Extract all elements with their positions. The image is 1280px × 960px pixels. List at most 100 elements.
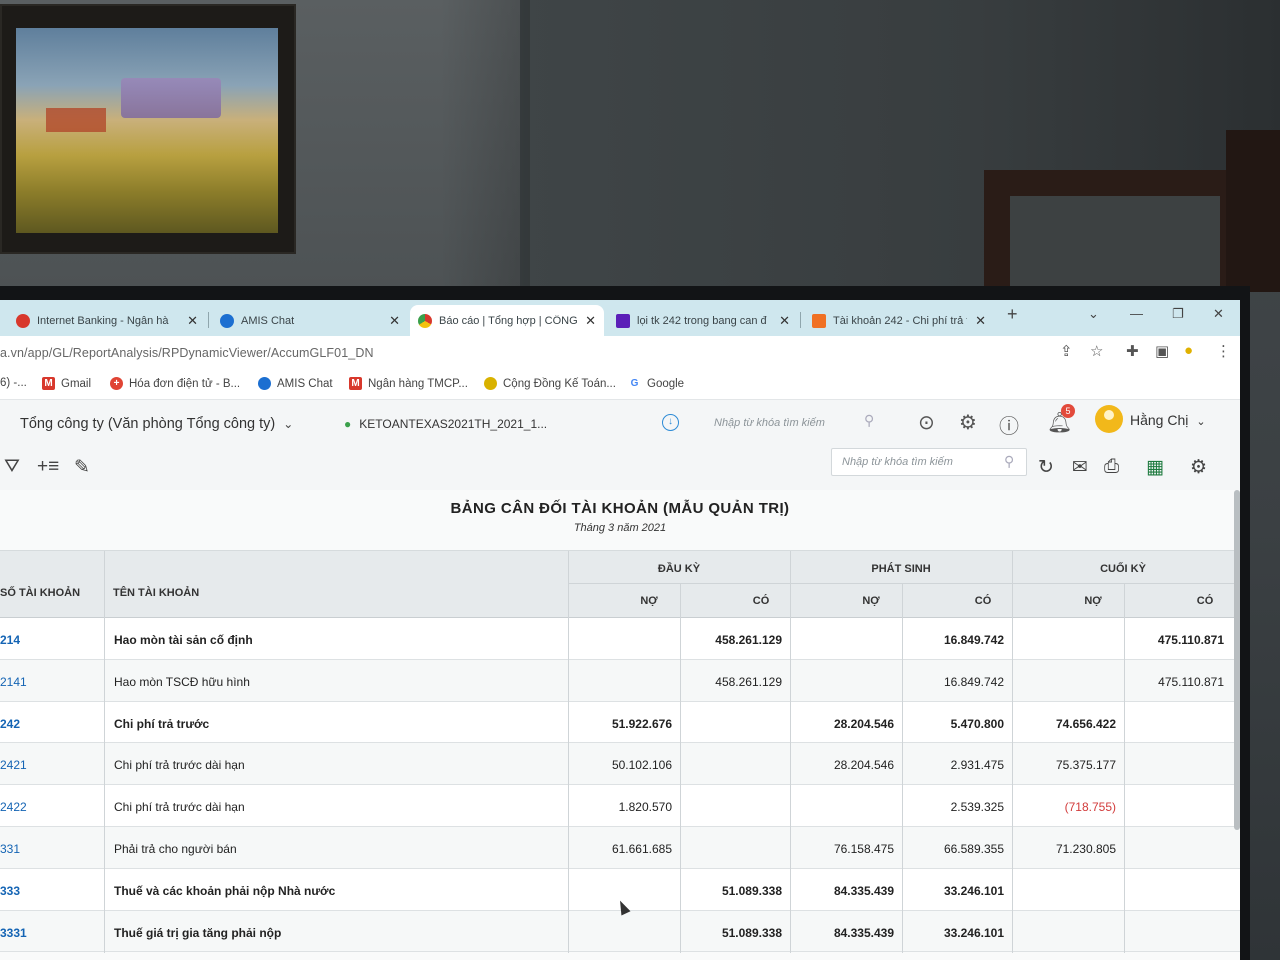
bookmark-google[interactable]: G Google — [628, 377, 684, 390]
chevron-down-icon: ⌄ — [283, 417, 294, 431]
divider — [790, 743, 791, 786]
col-opening: ĐẦU KỲ — [657, 563, 701, 575]
divider — [680, 618, 681, 660]
global-search-input[interactable]: Nhập từ khóa tìm kiếm — [714, 417, 884, 429]
search-icon[interactable]: ⚲ — [1004, 453, 1014, 470]
url-field[interactable]: a.vn/app/GL/ReportAnalysis/RPDynamicView… — [0, 346, 374, 360]
database-name: KETOANTEXAS2021TH_2021_1... — [359, 417, 548, 431]
divider — [1012, 551, 1013, 619]
restore-icon[interactable]: ❐ — [1172, 306, 1184, 322]
divider — [680, 743, 681, 786]
refresh-icon[interactable]: ↻ — [1038, 456, 1054, 479]
new-tab-button[interactable]: + — [1007, 304, 1018, 325]
close-icon[interactable]: ✕ — [975, 313, 986, 329]
divider — [104, 785, 105, 828]
extensions-icon[interactable]: ✚ — [1126, 342, 1139, 360]
bookmark-cong-dong[interactable]: Cộng Đồng Kế Toán... — [484, 377, 616, 390]
close-icon[interactable]: ✕ — [779, 313, 790, 329]
amount-cell: 33.246.101 — [943, 925, 1004, 940]
amount-cell: 5.470.800 — [950, 716, 1004, 731]
tab-separator — [800, 312, 801, 328]
print-icon[interactable]: ⎙ — [1104, 456, 1119, 478]
bookmark-gmail[interactable]: M Gmail — [42, 377, 91, 390]
divider — [902, 659, 903, 702]
tab-tai-khoan-242[interactable]: Tài khoản 242 - Chi phí trả t ✕ — [804, 305, 994, 336]
edit-icon[interactable]: ✎ — [74, 456, 90, 479]
table-row[interactable]: 214 Hao mòn tài sản cố định 458.261.129 16.… — [0, 618, 1240, 660]
bookmark-folder[interactable]: 6) -... — [0, 377, 27, 389]
account-name: Thuế giá trị gia tăng phải nộp — [114, 925, 282, 940]
divider — [104, 551, 105, 619]
tab-amis-chat[interactable]: AMIS Chat ✕ — [212, 305, 408, 336]
tab-separator — [208, 312, 209, 328]
account-number[interactable]: 3331 — [0, 926, 27, 940]
excel-icon[interactable]: ▦ — [1146, 456, 1164, 479]
amount-cell: 51.089.338 — [721, 883, 782, 898]
invoice-icon: + — [110, 377, 123, 390]
table-row[interactable]: 3331 Thuế giá trị gia tăng phải nộp 51.089… — [0, 910, 1240, 953]
minimize-icon[interactable]: — — [1130, 306, 1143, 321]
tab-internet-banking[interactable]: Internet Banking - Ngân hà ✕ — [8, 305, 206, 336]
help-icon[interactable]: ⓘ — [999, 410, 1019, 439]
close-icon[interactable]: ✕ — [187, 313, 198, 329]
tab-yahoo-search[interactable]: lọi tk 242 trong bang can đ ✕ — [608, 305, 798, 336]
amount-cell: 51.089.338 — [721, 925, 782, 940]
menu-icon[interactable]: ⋮ — [1216, 342, 1231, 360]
col-account-no[interactable]: SỐ TÀI KHOẢN — [0, 587, 100, 599]
tab-bao-cao[interactable]: Báo cáo | Tổng hợp | CÔNG ✕ — [410, 305, 604, 336]
filter-icon[interactable]: ⛛ — [4, 456, 20, 478]
gear-icon[interactable]: ⚙ — [959, 410, 977, 435]
scrollbar[interactable] — [1234, 490, 1240, 830]
col-account-name[interactable]: TÊN TÀI KHOẢN — [113, 587, 199, 599]
chat-icon — [220, 313, 234, 328]
star-icon[interactable]: ☆ — [1090, 342, 1103, 360]
divider — [104, 659, 105, 702]
account-number[interactable]: 2422 — [0, 800, 27, 814]
address-bar: a.vn/app/GL/ReportAnalysis/RPDynamicView… — [0, 336, 1240, 370]
divider — [790, 785, 791, 828]
share-icon[interactable]: ⇪ — [1060, 342, 1073, 360]
divider — [790, 659, 791, 702]
company-selector[interactable]: Tổng công ty (Văn phòng Tổng công ty) ⌄ — [20, 416, 293, 432]
account-number[interactable]: 242 — [0, 717, 20, 731]
divider — [680, 785, 681, 828]
amount-cell: 61.661.685 — [611, 842, 672, 856]
table-row[interactable]: 2141 Hao mòn TSCĐ hữu hình 458.261.129 16.8… — [0, 659, 1240, 702]
tab-search-chevron-icon[interactable]: ⌄ — [1088, 306, 1099, 322]
more-icon[interactable]: ⊙ — [918, 410, 935, 435]
account-number[interactable]: 331 — [0, 842, 20, 856]
settings-icon[interactable]: ⚙ — [1190, 456, 1207, 479]
search-icon[interactable]: ⚲ — [864, 412, 874, 429]
divider — [568, 551, 569, 619]
close-icon[interactable]: ✕ — [389, 313, 400, 329]
app-header: Tổng công ty (Văn phòng Tổng công ty) ⌄ ●… — [0, 400, 1240, 448]
account-number[interactable]: 333 — [0, 884, 20, 898]
report-search-input[interactable]: Nhập từ khóa tìm kiếm ⚲ — [831, 448, 1027, 476]
account-number[interactable]: 2421 — [0, 758, 27, 772]
divider — [902, 910, 903, 953]
close-icon[interactable]: ✕ — [585, 313, 596, 329]
bookmark-amis-chat[interactable]: AMIS Chat — [258, 377, 333, 390]
add-row-icon[interactable]: +≡ — [37, 456, 59, 478]
table-row[interactable]: 242 Chi phí trả trước 51.922.676 28.204.546… — [0, 701, 1240, 744]
account-number[interactable]: 214 — [0, 633, 20, 647]
sidepanel-icon[interactable]: ▣ — [1155, 342, 1169, 360]
bookmark-hoa-don[interactable]: + Hóa đơn điện tử - B... — [110, 377, 240, 390]
email-icon[interactable]: ✉ — [1072, 456, 1088, 479]
bookmark-ngan-hang[interactable]: M Ngân hàng TMCP... — [349, 377, 468, 390]
table-row[interactable]: 2421 Chi phí trả trước dài hạn 50.102.106 2… — [0, 743, 1240, 786]
database-selector[interactable]: ● KETOANTEXAS2021TH_2021_1... — [344, 417, 547, 431]
user-menu[interactable]: Hằng Chị ⌄ — [1130, 412, 1206, 428]
divider — [680, 659, 681, 702]
amount-cell: 84.335.439 — [833, 883, 894, 898]
download-icon[interactable]: ↓ — [662, 414, 679, 431]
table-row[interactable]: 331 Phải trả cho người bán 61.661.685 76.15… — [0, 827, 1240, 869]
profile-icon[interactable]: ● — [1184, 342, 1193, 359]
avatar[interactable] — [1095, 405, 1123, 433]
table-header: SỐ TÀI KHOẢN TÊN TÀI KHOẢN ĐẦU KỲ PHÁT S… — [0, 550, 1240, 619]
col-closing-credit[interactable]: CÓ — [1124, 595, 1240, 607]
user-name: Hằng Chị — [1130, 412, 1189, 428]
account-number[interactable]: 2141 — [0, 675, 27, 689]
close-window-icon[interactable]: ✕ — [1213, 306, 1224, 322]
table-row[interactable]: 2422 Chi phí trả trước dài hạn 1.820.570 2.… — [0, 785, 1240, 828]
